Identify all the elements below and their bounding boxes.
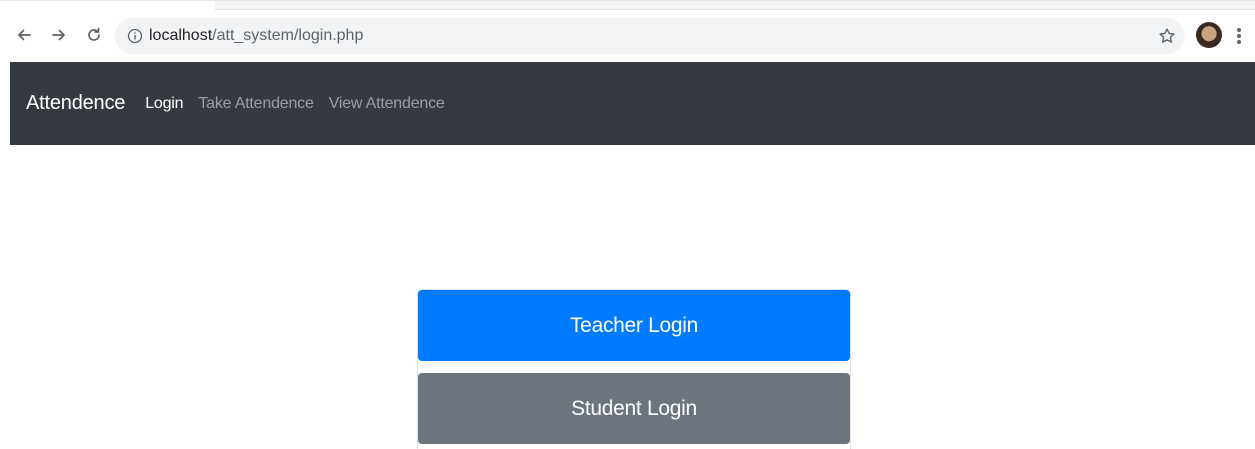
url-host: localhost	[149, 27, 213, 44]
kebab-menu-icon[interactable]	[1232, 25, 1246, 47]
forward-arrow-icon[interactable]	[47, 23, 71, 47]
site-navbar: Attendence Login Take Attendence View At…	[10, 62, 1255, 145]
back-arrow-icon[interactable]	[12, 23, 36, 47]
info-icon[interactable]	[127, 28, 143, 44]
tab-strip-edge	[0, 1, 215, 9]
browser-toolbar: localhost/att_system/login.php	[0, 0, 1255, 62]
url-path: /att_system/login.php	[212, 27, 364, 44]
nav-link-take-attendence[interactable]: Take Attendence	[198, 95, 314, 113]
nav-link-login[interactable]: Login	[145, 95, 183, 113]
tab-strip	[215, 1, 1255, 10]
student-login-button[interactable]: Student Login	[418, 373, 850, 444]
brand-link[interactable]: Attendence	[26, 92, 125, 115]
nav-link-view-attendence[interactable]: View Attendence	[329, 95, 445, 113]
teacher-login-button[interactable]: Teacher Login	[418, 290, 850, 361]
star-icon[interactable]	[1157, 26, 1177, 46]
url-text: localhost/att_system/login.php	[149, 27, 363, 45]
address-bar[interactable]: localhost/att_system/login.php	[115, 18, 1185, 54]
reload-icon[interactable]	[82, 23, 106, 47]
avatar[interactable]	[1196, 22, 1222, 48]
